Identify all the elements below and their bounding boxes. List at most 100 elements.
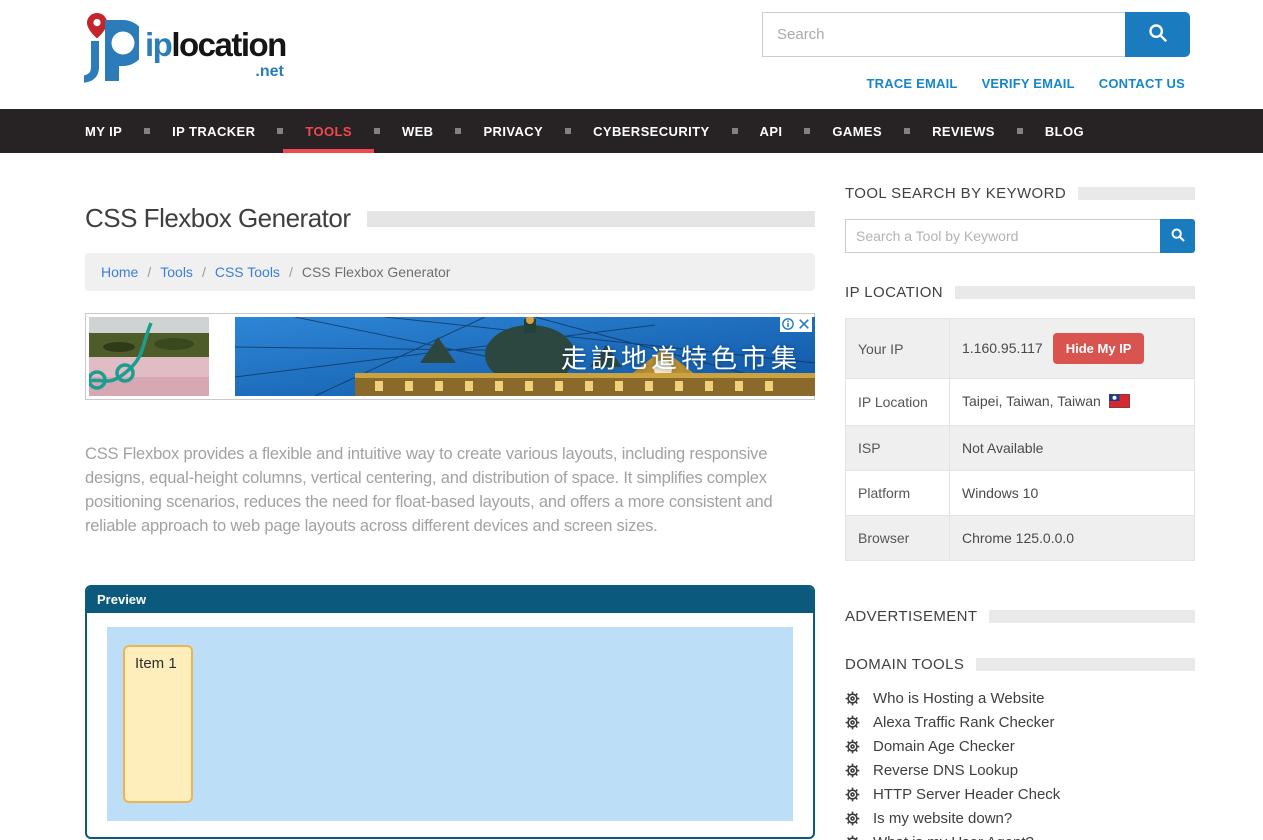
ip-location-heading: IP LOCATION bbox=[845, 284, 943, 301]
ad-image-landscape bbox=[89, 317, 209, 396]
tool-search-input[interactable] bbox=[845, 219, 1160, 253]
sidebar: TOOL SEARCH BY KEYWORD IP LOCATION bbox=[845, 153, 1195, 840]
gear-icon bbox=[845, 715, 860, 730]
row-label: Browser bbox=[846, 516, 950, 561]
gear-icon bbox=[845, 811, 860, 826]
domain-tools-heading-row: DOMAIN TOOLS bbox=[845, 656, 1195, 673]
ad-info-icon[interactable] bbox=[780, 316, 796, 332]
tool-search-button[interactable] bbox=[1160, 219, 1195, 253]
main-area: CSS Flexbox Generator Home / Tools / CSS… bbox=[0, 153, 1263, 840]
list-item-reverse-dns[interactable]: Reverse DNS Lookup bbox=[845, 762, 1195, 779]
contact-us-link[interactable]: CONTACT US bbox=[1099, 76, 1185, 91]
nav-item-api[interactable]: API bbox=[738, 109, 805, 153]
nav-item-games[interactable]: GAMES bbox=[810, 109, 904, 153]
list-item-domain-age[interactable]: Domain Age Checker bbox=[845, 738, 1195, 755]
list-item-label: Reverse DNS Lookup bbox=[873, 762, 1018, 779]
trace-email-link[interactable]: TRACE EMAIL bbox=[867, 76, 958, 91]
search-icon bbox=[1170, 227, 1186, 246]
breadcrumb-separator: / bbox=[147, 264, 151, 280]
gear-icon bbox=[845, 739, 860, 754]
ip-info-table: Your IP 1.160.95.117 Hide My IP IP Locati… bbox=[845, 318, 1195, 561]
title-decorative-bar bbox=[367, 211, 815, 227]
breadcrumb-home[interactable]: Home bbox=[101, 264, 138, 280]
ip-location-heading-row: IP LOCATION bbox=[845, 284, 1195, 301]
site-header: iplocation .net TRACE EMAIL VERIFY EMAIL… bbox=[0, 0, 1263, 109]
row-label: IP Location bbox=[846, 379, 950, 426]
list-item-http-header[interactable]: HTTP Server Header Check bbox=[845, 786, 1195, 803]
list-item-who-is-hosting[interactable]: Who is Hosting a Website bbox=[845, 690, 1195, 707]
nav-item-reviews[interactable]: REVIEWS bbox=[910, 109, 1017, 153]
page-title: CSS Flexbox Generator bbox=[85, 203, 351, 234]
nav-item-blog[interactable]: BLOG bbox=[1023, 109, 1106, 153]
table-row: Your IP 1.160.95.117 Hide My IP bbox=[846, 319, 1195, 379]
heading-decorative-bar bbox=[1078, 187, 1195, 200]
heading-decorative-bar bbox=[976, 658, 1195, 671]
row-value: Taipei, Taiwan, Taiwan bbox=[950, 379, 1195, 426]
list-item-label: Domain Age Checker bbox=[873, 738, 1015, 755]
header-search bbox=[762, 12, 1190, 57]
nav-item-privacy[interactable]: PRIVACY bbox=[461, 109, 565, 153]
tool-search-heading-row: TOOL SEARCH BY KEYWORD bbox=[845, 185, 1195, 202]
verify-email-link[interactable]: VERIFY EMAIL bbox=[982, 76, 1075, 91]
breadcrumb-current: CSS Flexbox Generator bbox=[302, 264, 451, 280]
breadcrumb-separator: / bbox=[289, 264, 293, 280]
ad-banner[interactable]: 走訪地道特色市集 bbox=[85, 313, 815, 400]
header-links: TRACE EMAIL VERIFY EMAIL CONTACT US bbox=[867, 76, 1185, 91]
list-item-user-agent[interactable]: What is my User Agent? bbox=[845, 834, 1195, 840]
logo-ip-pin-icon bbox=[75, 12, 139, 89]
logo-location: location bbox=[171, 26, 286, 63]
site-logo[interactable]: iplocation .net bbox=[75, 12, 286, 89]
ad-close-icon[interactable] bbox=[796, 316, 812, 332]
breadcrumb-tools[interactable]: Tools bbox=[160, 264, 193, 280]
breadcrumb: Home / Tools / CSS Tools / CSS Flexbox G… bbox=[85, 253, 815, 291]
taiwan-flag-icon bbox=[1109, 394, 1130, 411]
list-item-label: What is my User Agent? bbox=[873, 834, 1034, 840]
ad-image-building: 走訪地道特色市集 bbox=[235, 317, 815, 396]
advertisement-heading: ADVERTISEMENT bbox=[845, 608, 977, 625]
header-search-input[interactable] bbox=[762, 12, 1125, 57]
page-title-row: CSS Flexbox Generator bbox=[85, 203, 815, 234]
ad-overlay-text: 走訪地道特色市集 bbox=[561, 338, 801, 375]
table-row: IP Location Taipei, Taiwan, Taiwan bbox=[846, 379, 1195, 426]
row-label: Your IP bbox=[846, 319, 950, 379]
domain-tools-list: Who is Hosting a Website Alexa Traffic R… bbox=[845, 690, 1195, 840]
main-nav: MY IP IP TRACKER TOOLS WEB PRIVACY CYBER… bbox=[0, 109, 1263, 153]
tool-search-heading: TOOL SEARCH BY KEYWORD bbox=[845, 185, 1066, 202]
logo-tld: .net bbox=[145, 64, 286, 80]
flex-preview-container: Item 1 bbox=[107, 627, 793, 821]
ad-controls bbox=[780, 316, 812, 332]
list-item-label: HTTP Server Header Check bbox=[873, 786, 1060, 803]
hide-my-ip-button[interactable]: Hide My IP bbox=[1053, 333, 1145, 364]
table-row: Platform Windows 10 bbox=[846, 471, 1195, 516]
tool-search bbox=[845, 219, 1195, 253]
search-icon bbox=[1147, 22, 1169, 47]
nav-item-my-ip[interactable]: MY IP bbox=[63, 109, 144, 153]
nav-item-cybersecurity[interactable]: CYBERSECURITY bbox=[571, 109, 731, 153]
row-label: ISP bbox=[846, 426, 950, 471]
domain-tools-heading: DOMAIN TOOLS bbox=[845, 656, 964, 673]
gear-icon bbox=[845, 787, 860, 802]
breadcrumb-css-tools[interactable]: CSS Tools bbox=[215, 264, 280, 280]
row-label: Platform bbox=[846, 471, 950, 516]
gear-icon bbox=[845, 691, 860, 706]
gear-icon bbox=[845, 835, 860, 840]
breadcrumb-separator: / bbox=[202, 264, 206, 280]
row-value: Not Available bbox=[950, 426, 1195, 471]
list-item-label: Is my website down? bbox=[873, 810, 1012, 827]
tool-description: CSS Flexbox provides a flexible and intu… bbox=[85, 442, 815, 538]
heading-decorative-bar bbox=[989, 610, 1195, 623]
row-value: 1.160.95.117 Hide My IP bbox=[950, 319, 1195, 379]
table-row: Browser Chrome 125.0.0.0 bbox=[846, 516, 1195, 561]
nav-item-ip-tracker[interactable]: IP TRACKER bbox=[150, 109, 277, 153]
preview-panel: Preview Item 1 bbox=[85, 585, 815, 839]
page: iplocation .net TRACE EMAIL VERIFY EMAIL… bbox=[0, 0, 1263, 840]
nav-item-tools[interactable]: TOOLS bbox=[283, 109, 374, 153]
list-item-website-down[interactable]: Is my website down? bbox=[845, 810, 1195, 827]
table-row: ISP Not Available bbox=[846, 426, 1195, 471]
logo-text: iplocation .net bbox=[145, 28, 286, 80]
header-search-button[interactable] bbox=[1125, 12, 1190, 57]
ip-address: 1.160.95.117 bbox=[962, 340, 1043, 356]
nav-item-web[interactable]: WEB bbox=[380, 109, 456, 153]
ip-location-value: Taipei, Taiwan, Taiwan bbox=[962, 393, 1101, 409]
list-item-alexa-rank[interactable]: Alexa Traffic Rank Checker bbox=[845, 714, 1195, 731]
